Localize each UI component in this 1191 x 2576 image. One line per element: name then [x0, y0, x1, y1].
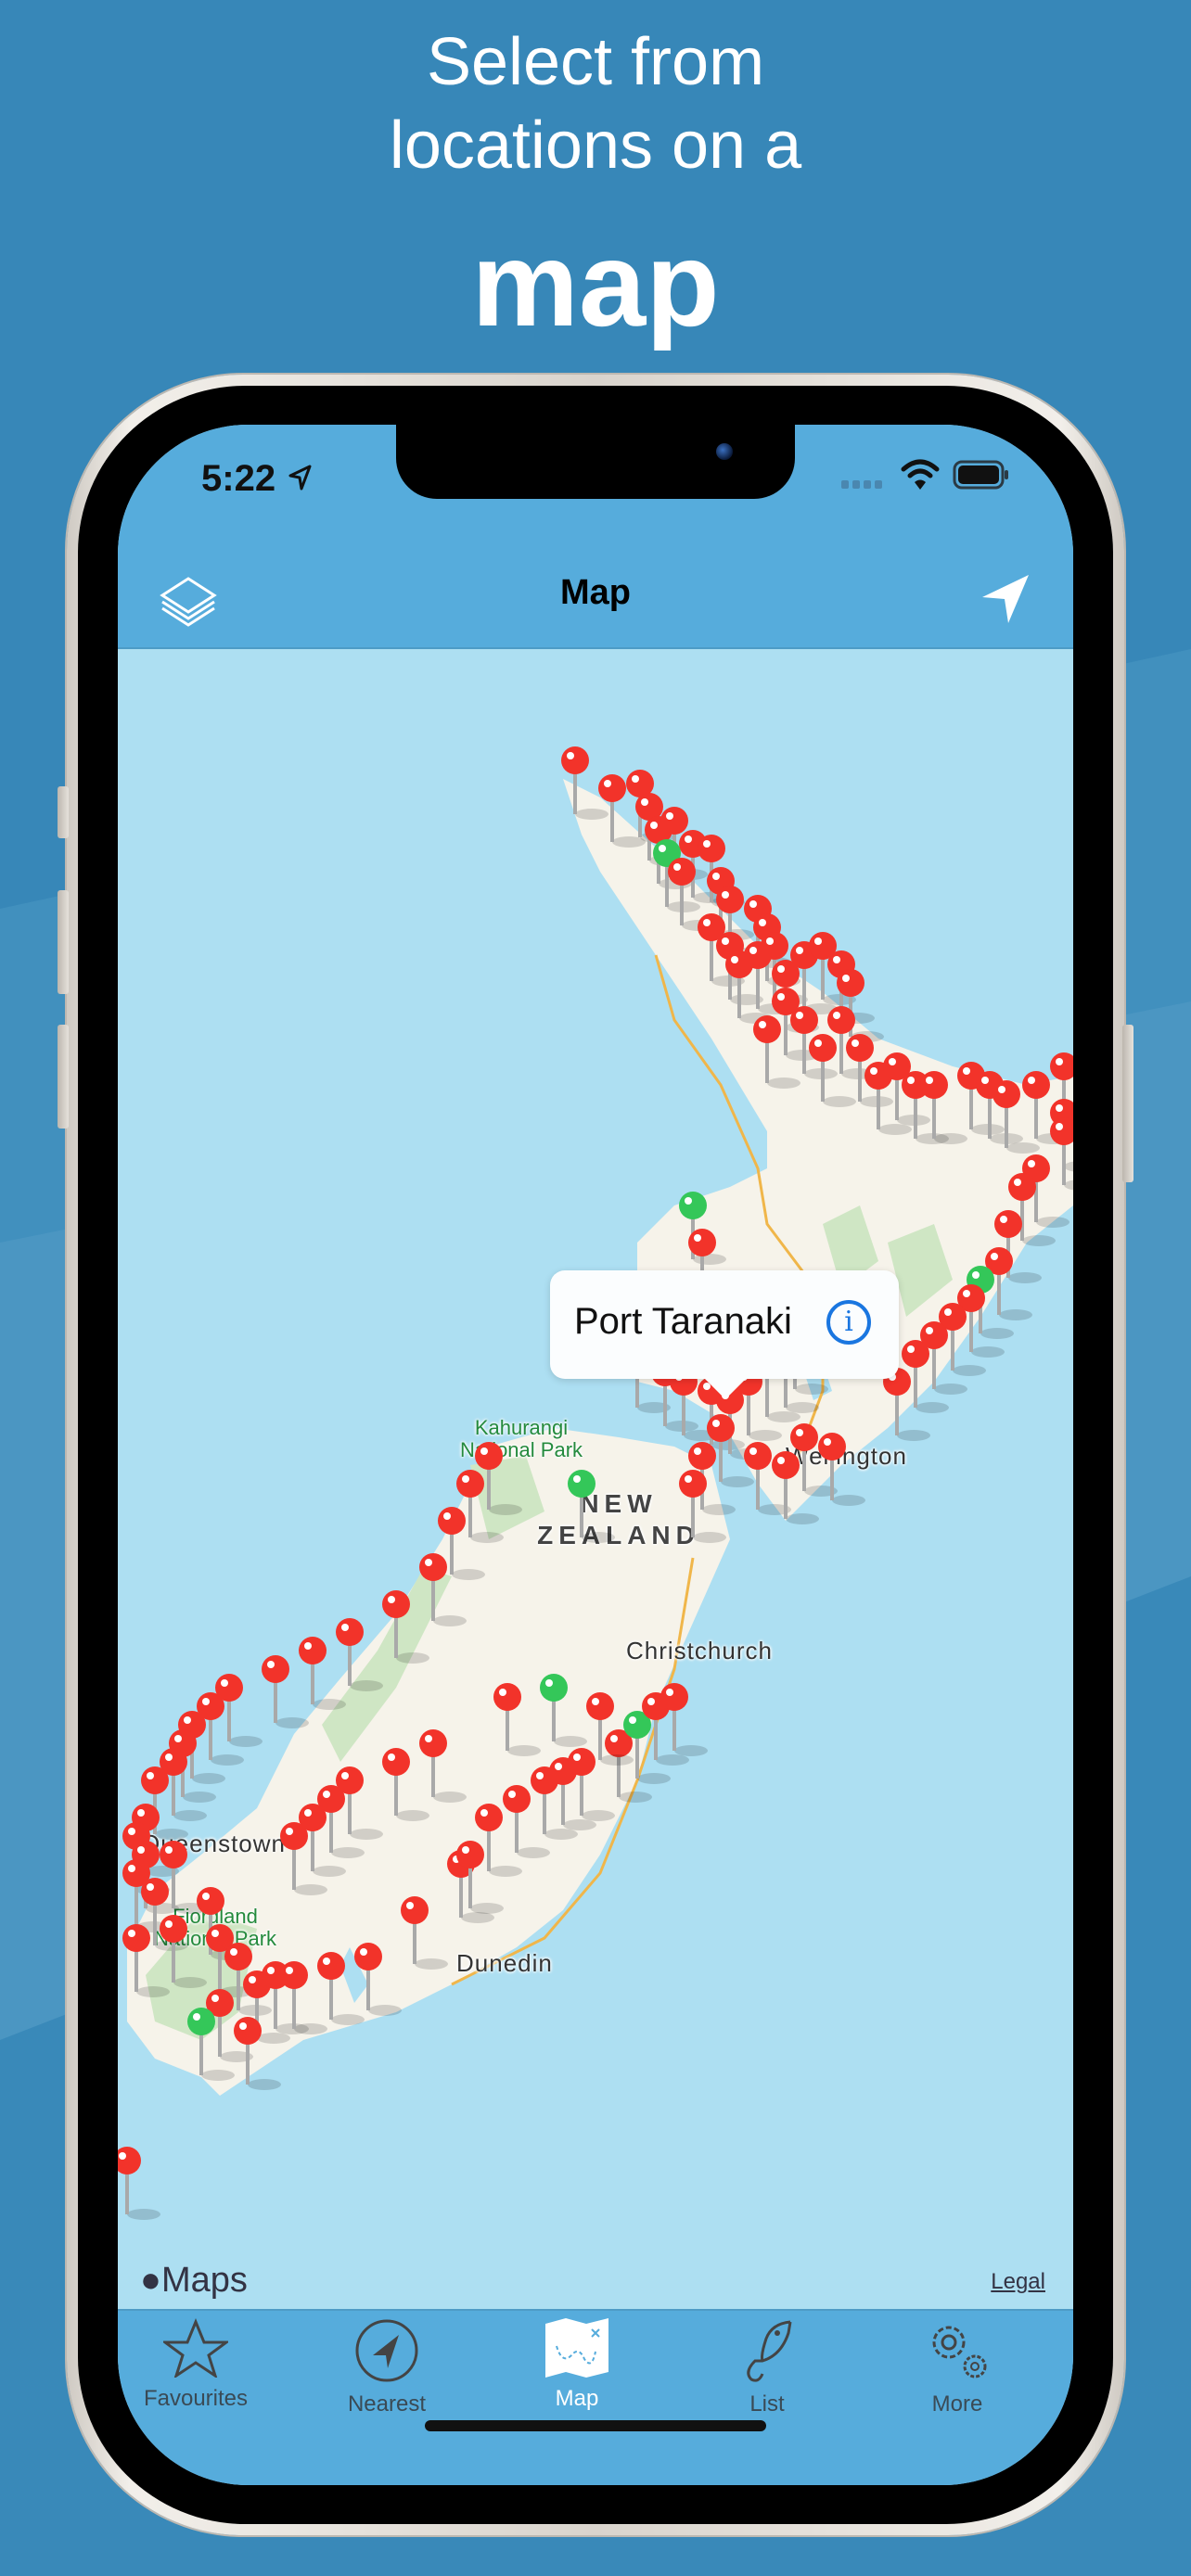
map-pin[interactable] — [354, 1943, 402, 2016]
power-button — [1122, 1025, 1133, 1182]
tab-nearest[interactable]: Nearest — [303, 2318, 470, 2417]
tab-bar: Favourites Nearest Map List More — [118, 2309, 1073, 2485]
map-view[interactable]: Wellington Christchurch Queenstown Duned… — [118, 649, 1073, 2329]
star-icon — [160, 2318, 231, 2379]
map-pin[interactable] — [540, 1674, 587, 1747]
tab-label: Favourites — [143, 2386, 249, 2411]
map-pin[interactable] — [419, 1553, 467, 1626]
map-pin[interactable] — [299, 1637, 346, 1710]
map-pin[interactable] — [382, 1590, 429, 1664]
tab-label: List — [749, 2391, 785, 2417]
apple-logo-icon: ● — [140, 2261, 161, 2300]
current-location-button[interactable] — [980, 573, 1031, 625]
map-pin[interactable] — [605, 1729, 652, 1803]
home-indicator — [425, 2420, 766, 2431]
map-pin[interactable] — [419, 1729, 467, 1803]
pins-layer — [118, 746, 1073, 2220]
gears-icon — [932, 2326, 987, 2378]
info-icon[interactable]: i — [826, 1300, 871, 1345]
location-callout[interactable]: Port Taranaki i — [550, 1270, 899, 1399]
apple-maps-attribution: ●Maps — [140, 2261, 248, 2300]
tab-map[interactable]: Map — [493, 2318, 660, 2412]
fish-hook-icon — [747, 2320, 792, 2382]
callout-title: Port Taranaki — [574, 1301, 792, 1342]
headline-line-1: Select from — [426, 25, 765, 99]
tab-favourites[interactable]: Favourites — [118, 2318, 279, 2412]
page-title: Map — [560, 573, 631, 612]
location-arrow-icon — [288, 465, 312, 491]
map-pin[interactable] — [336, 1618, 383, 1691]
promo-headline: Select from locations on a map — [0, 20, 1191, 349]
headline-line-2: locations on a — [389, 108, 802, 183]
map-pin[interactable] — [382, 1748, 429, 1821]
map-pin[interactable] — [160, 1915, 207, 1988]
volume-up-button — [58, 890, 69, 994]
map-pin[interactable] — [280, 1822, 327, 1895]
mute-switch — [58, 786, 69, 838]
map-pin[interactable] — [493, 1683, 541, 1756]
notch — [396, 425, 795, 499]
headline-emphasis: map — [471, 216, 720, 351]
wifi-icon — [901, 459, 940, 490]
map-pin[interactable] — [262, 1655, 309, 1728]
cellular-signal-icon — [841, 480, 882, 489]
map-pin[interactable] — [568, 1470, 615, 1543]
tab-label: Map — [555, 2386, 599, 2411]
map-pin[interactable] — [1050, 1117, 1073, 1191]
phone-screen: 5:22 Map Wellington Christchurch Queenst… — [118, 425, 1073, 2485]
map-pin[interactable] — [187, 2008, 235, 2081]
status-bar: 5:22 — [118, 425, 1073, 545]
compass-arrow-icon — [355, 2319, 418, 2382]
navigation-bar: Map — [118, 545, 1073, 649]
tab-list[interactable]: List — [684, 2318, 851, 2417]
front-camera — [716, 443, 733, 460]
map-pin[interactable] — [660, 1683, 708, 1756]
folded-map-icon — [545, 2318, 608, 2378]
tab-label: Nearest — [347, 2391, 427, 2417]
map-pin[interactable] — [401, 1896, 448, 1970]
tab-label: More — [931, 2391, 983, 2417]
volume-down-button — [58, 1025, 69, 1129]
battery-icon — [953, 460, 1008, 490]
map-pin[interactable] — [118, 2147, 160, 2220]
status-time: 5:22 — [201, 458, 276, 499]
tab-more[interactable]: More — [874, 2318, 1041, 2417]
legal-link[interactable]: Legal — [991, 2269, 1045, 2295]
